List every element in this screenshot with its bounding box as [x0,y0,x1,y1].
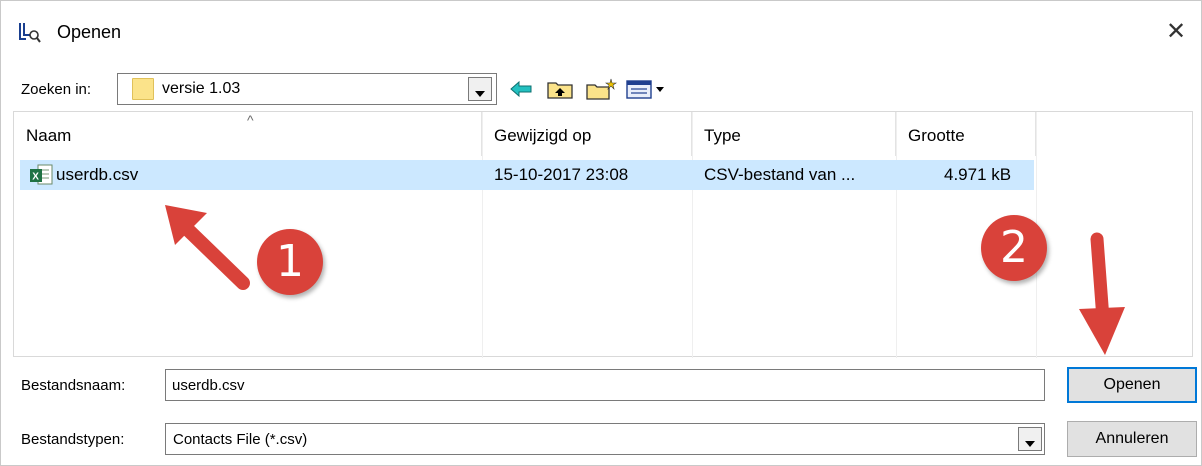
column-header-modified[interactable]: Gewijzigd op [482,112,692,156]
filetype-value: Contacts File (*.csv) [173,431,308,448]
dialog-title: Openen [57,22,122,42]
svg-text:X: X [32,172,39,183]
search-document-icon [19,23,41,43]
cancel-button[interactable]: Annuleren [1067,421,1197,457]
open-button[interactable]: Openen [1067,367,1197,403]
column-divider [482,112,483,358]
annotation-badge-2: 2 [981,215,1047,281]
up-folder-icon[interactable] [545,77,575,101]
lookin-combobox[interactable]: versie 1.03 [117,73,497,105]
sort-ascending-icon: ^ [247,112,254,128]
lookin-value: versie 1.03 [162,80,241,97]
file-row[interactable]: X userdb.csv 15-10-2017 23:08 CSV-bestan… [20,160,1034,190]
filetype-label: Bestandstypen: [21,431,125,448]
filetype-dropdown-button[interactable] [1018,427,1042,451]
back-arrow-icon[interactable] [507,77,535,101]
column-header-size[interactable]: Grootte [896,112,1036,156]
filetype-combobox[interactable]: Contacts File (*.csv) [165,423,1045,455]
annotation-arrow-1 [165,205,250,290]
column-header-name[interactable]: Naam ^ [14,112,482,156]
filename-input[interactable] [165,369,1045,401]
column-divider [896,112,897,358]
lookin-label: Zoeken in: [21,81,92,98]
title-bar: Openen ✕ [1,1,1201,63]
new-folder-icon[interactable] [585,77,617,101]
folder-icon [132,78,154,100]
file-size: 4.971 kB [944,165,1012,184]
file-modified: 15-10-2017 23:08 [494,165,629,184]
file-name: userdb.csv [56,165,139,184]
annotation-arrow-2 [1079,232,1125,355]
excel-csv-icon: X [30,164,53,185]
close-button[interactable]: ✕ [1161,17,1191,47]
view-menu-icon[interactable] [625,77,671,101]
column-header-type[interactable]: Type [692,112,896,156]
column-divider [692,112,693,358]
open-dialog: Openen ✕ Zoeken in: versie 1.03 Naam ^ G… [0,0,1202,466]
annotation-badge-1: 1 [257,229,323,295]
lookin-dropdown-button[interactable] [468,77,492,101]
close-icon: ✕ [1165,18,1187,45]
file-type: CSV-bestand van ... [704,165,856,184]
filename-label: Bestandsnaam: [21,377,126,394]
